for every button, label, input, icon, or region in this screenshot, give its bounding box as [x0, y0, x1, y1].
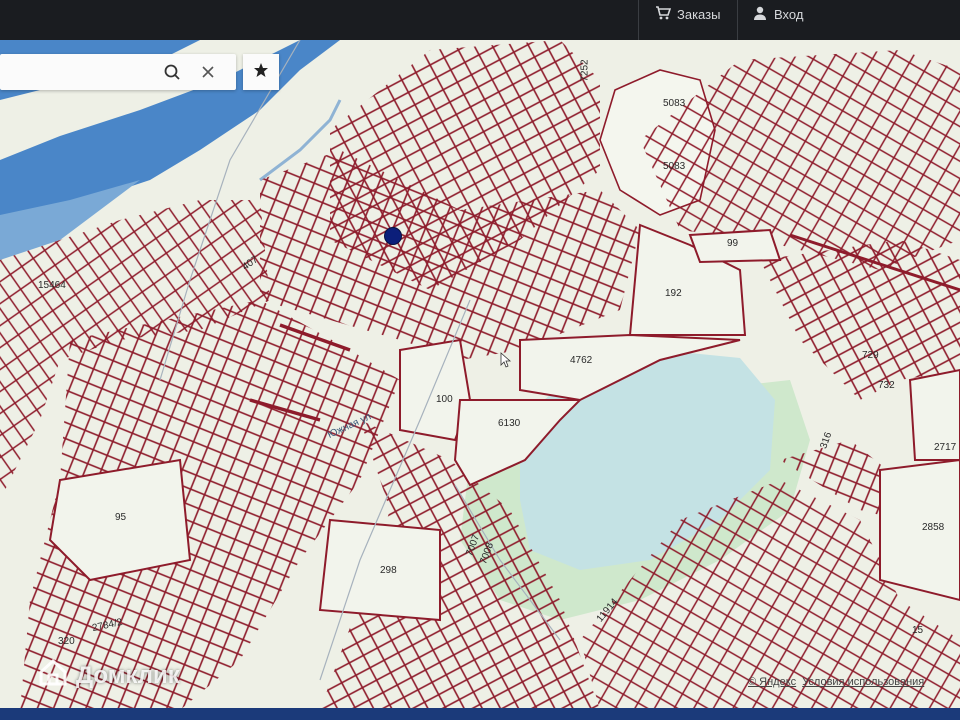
screen: Заказы Вход 7252 5083 5083 99 192 15464 … — [0, 0, 960, 720]
watermark-text: Домклик — [76, 661, 180, 689]
search-box — [0, 54, 236, 90]
yandex-link[interactable]: © Яндекс — [748, 676, 796, 688]
cart-icon — [655, 5, 672, 24]
login-label: Вход — [774, 6, 804, 22]
plot-label: 95 — [115, 512, 127, 523]
terms-link[interactable]: Условия использования — [802, 676, 924, 688]
search-input[interactable] — [8, 63, 162, 81]
divider — [737, 0, 738, 40]
cursor-icon — [500, 352, 512, 373]
plot-label: 6130 — [498, 418, 521, 429]
watermark: Домклик — [38, 658, 180, 693]
map-canvas — [0, 40, 960, 710]
orders-button[interactable]: Заказы — [655, 0, 720, 28]
taskbar — [0, 708, 960, 720]
favorite-button[interactable] — [243, 54, 279, 90]
plot-label: 2858 — [922, 522, 945, 533]
plot-label: 729 — [862, 350, 879, 361]
plot-label: 2717 — [934, 442, 957, 453]
close-icon[interactable] — [196, 60, 220, 84]
plot-label: 192 — [665, 288, 682, 299]
user-icon — [752, 5, 768, 24]
top-bar: Заказы Вход — [0, 0, 960, 44]
plot-label: 298 — [380, 565, 397, 576]
plot-label: 100 — [436, 394, 453, 405]
plot-label: 320 — [58, 636, 75, 647]
plot-label: 732 — [878, 380, 895, 391]
star-icon — [253, 62, 269, 83]
house-logo-icon — [38, 658, 68, 693]
location-marker[interactable] — [384, 227, 402, 245]
plot-label: 5083 — [663, 161, 686, 172]
cadastral-map[interactable]: 7252 5083 5083 99 192 15464 407 4762 100… — [0, 40, 960, 710]
plot-label: 4762 — [570, 355, 593, 366]
orders-label: Заказы — [677, 6, 721, 22]
map-attribution: © Яндекс Условия использования — [748, 676, 924, 688]
login-button[interactable]: Вход — [752, 0, 803, 28]
plot-label: 99 — [727, 238, 739, 249]
plot-label: 7252 — [579, 59, 591, 82]
plot-2858 — [879, 458, 960, 602]
plot-label: 15464 — [38, 280, 66, 291]
plot-label: 5083 — [663, 98, 686, 109]
plot-label: 15 — [912, 625, 924, 636]
divider — [638, 0, 639, 40]
search-icon[interactable] — [160, 60, 184, 84]
